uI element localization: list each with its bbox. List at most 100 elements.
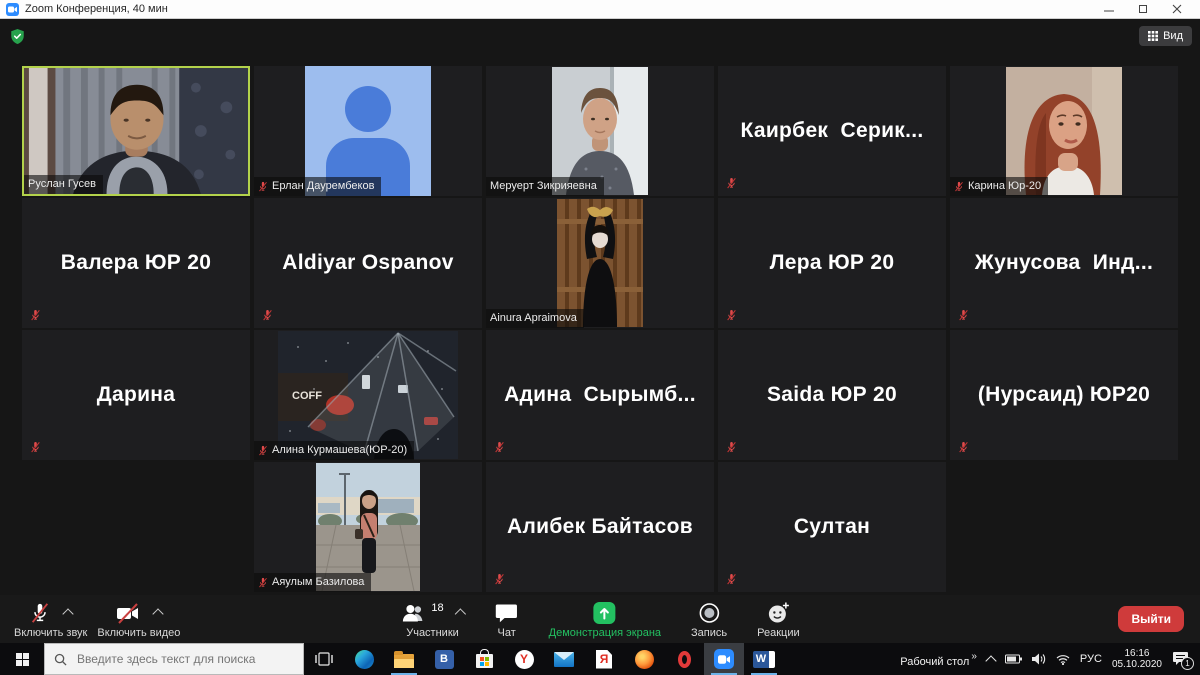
edge-icon [355, 650, 374, 669]
taskbar-icon-zoom[interactable] [704, 643, 744, 675]
toolbar-overflow-chevron[interactable]: » [971, 651, 977, 662]
participant-name-label: Меруерт Зикрияевна [486, 177, 604, 196]
participant-tile[interactable]: Ерлан Даурембеков [254, 66, 482, 196]
microsoft-store-icon [476, 654, 493, 668]
minimize-button[interactable] [1092, 0, 1126, 19]
leave-button[interactable]: Выйти [1118, 606, 1184, 632]
notification-badge: 1 [1181, 657, 1194, 670]
taskbar-icon-yandex-browser[interactable]: Y [504, 643, 544, 675]
share-screen-button[interactable]: Демонстрация экрана [549, 600, 661, 639]
taskbar-icon-opera[interactable] [664, 643, 704, 675]
language-indicator[interactable]: РУС [1080, 653, 1102, 665]
participant-tile[interactable]: Руслан Гусев [22, 66, 250, 196]
participant-tile[interactable]: Каирбек Серик... [718, 66, 946, 196]
unmute-label: Включить звук [14, 627, 87, 639]
participant-name: Меруерт Зикрияевна [490, 180, 597, 192]
muted-mic-icon [30, 309, 41, 321]
participants-button[interactable]: 18 Участники [400, 600, 464, 639]
participant-tile[interactable]: Валера ЮР 20 [22, 198, 250, 328]
participant-name: Лера ЮР 20 [770, 251, 895, 275]
muted-mic-icon [726, 441, 737, 453]
desktop-toolbar[interactable]: Рабочий стол» [900, 651, 977, 668]
record-button[interactable]: Запись [691, 600, 727, 639]
participant-name: Алибек Байтасов [507, 515, 693, 539]
participant-tile[interactable]: Карина Юр-20 [950, 66, 1178, 196]
participant-tile[interactable]: Меруерт Зикрияевна [486, 66, 714, 196]
participant-name: Адина Сырымб... [504, 383, 696, 407]
opera-icon [678, 651, 691, 668]
share-screen-label: Демонстрация экрана [549, 627, 661, 639]
taskbar-search[interactable] [44, 643, 304, 675]
participant-tile[interactable]: Лера ЮР 20 [718, 198, 946, 328]
participants-label: Участники [406, 627, 459, 639]
yandex-browser-icon: Y [515, 650, 534, 669]
meeting-info-shield-icon[interactable] [10, 28, 25, 50]
wifi-icon[interactable] [1056, 654, 1070, 665]
taskbar-icon-yandex[interactable]: Я [584, 643, 624, 675]
search-icon [54, 653, 67, 666]
participant-name: Каирбек Серик... [740, 119, 923, 143]
taskbar-icon-store[interactable] [464, 643, 504, 675]
muted-mic-icon [258, 577, 268, 588]
participant-tile[interactable]: Дарина [22, 330, 250, 460]
action-center-button[interactable]: 1 [1172, 651, 1190, 667]
participant-name-label: Карина Юр-20 [950, 177, 1048, 196]
start-video-label: Включить видео [97, 627, 180, 639]
taskbar-icon-word[interactable]: W [744, 643, 784, 675]
chat-button[interactable]: Чат [495, 600, 519, 639]
reactions-icon [766, 601, 790, 625]
participant-tile[interactable]: Султан [718, 462, 946, 592]
participants-icon [400, 602, 426, 624]
participant-name: Аяулым Базилова [272, 576, 364, 588]
window-titlebar: Zoom Конференция, 40 мин [0, 0, 1200, 19]
reactions-button[interactable]: Реакции [757, 600, 800, 639]
zoom-icon [714, 649, 734, 669]
battery-icon[interactable] [1005, 654, 1022, 664]
system-tray: Рабочий стол» РУС 16:1605.10.2020 1 [900, 648, 1200, 670]
participants-chevron[interactable] [455, 608, 466, 619]
muted-mic-icon [726, 573, 737, 585]
search-input[interactable] [75, 651, 279, 667]
chat-icon [495, 602, 519, 624]
close-button[interactable] [1160, 0, 1194, 19]
participant-tile[interactable]: COFF Алина Курмашева(ЮР-20) [254, 330, 482, 460]
leave-label: Выйти [1131, 612, 1171, 626]
taskbar-clock[interactable]: 16:1605.10.2020 [1112, 648, 1162, 670]
start-button[interactable] [0, 643, 44, 675]
participant-tile[interactable]: (Нурсаид) ЮР20 [950, 330, 1178, 460]
participant-name-label: Аяулым Базилова [254, 573, 371, 592]
participant-name: Ерлан Даурембеков [272, 180, 374, 192]
participant-name: Жунусова Инд... [975, 251, 1153, 275]
participant-tile[interactable]: Адина Сырымб... [486, 330, 714, 460]
taskbar-icon-mail[interactable] [544, 643, 584, 675]
participant-tile[interactable]: Алибек Байтасов [486, 462, 714, 592]
audio-options-chevron[interactable] [63, 608, 74, 619]
muted-mic-icon [954, 181, 964, 192]
view-button[interactable]: Вид [1139, 26, 1192, 46]
participant-name: Султан [794, 515, 870, 539]
participant-tile[interactable]: Saida ЮР 20 [718, 330, 946, 460]
participant-tile[interactable]: Aldiyar Ospanov [254, 198, 482, 328]
task-view-icon [315, 652, 333, 666]
taskbar-icon-explorer[interactable] [384, 643, 424, 675]
video-options-chevron[interactable] [153, 608, 164, 619]
participant-tile[interactable]: Ainura Apraimova [486, 198, 714, 328]
start-video-button[interactable]: Включить видео [97, 600, 180, 639]
muted-mic-icon [494, 441, 505, 453]
mic-muted-icon [29, 601, 51, 625]
task-view-button[interactable] [304, 643, 344, 675]
meeting-window: Вид [0, 19, 1200, 643]
participant-tile[interactable]: Жунусова Инд... [950, 198, 1178, 328]
volume-icon[interactable] [1032, 653, 1046, 665]
hidden-icons-chevron[interactable] [985, 655, 996, 666]
participant-tile[interactable]: Аяулым Базилова [254, 462, 482, 592]
participant-name: (Нурсаид) ЮР20 [978, 383, 1150, 407]
participant-name: Дарина [97, 383, 176, 407]
maximize-button[interactable] [1126, 0, 1160, 19]
unmute-button[interactable]: Включить звук [14, 600, 87, 639]
taskbar-icon-vk[interactable]: В [424, 643, 464, 675]
taskbar-icon-edge[interactable] [344, 643, 384, 675]
taskbar-icon-firefox[interactable] [624, 643, 664, 675]
participant-name-label: Алина Курмашева(ЮР-20) [254, 441, 414, 460]
participant-name: Руслан Гусев [28, 178, 96, 190]
